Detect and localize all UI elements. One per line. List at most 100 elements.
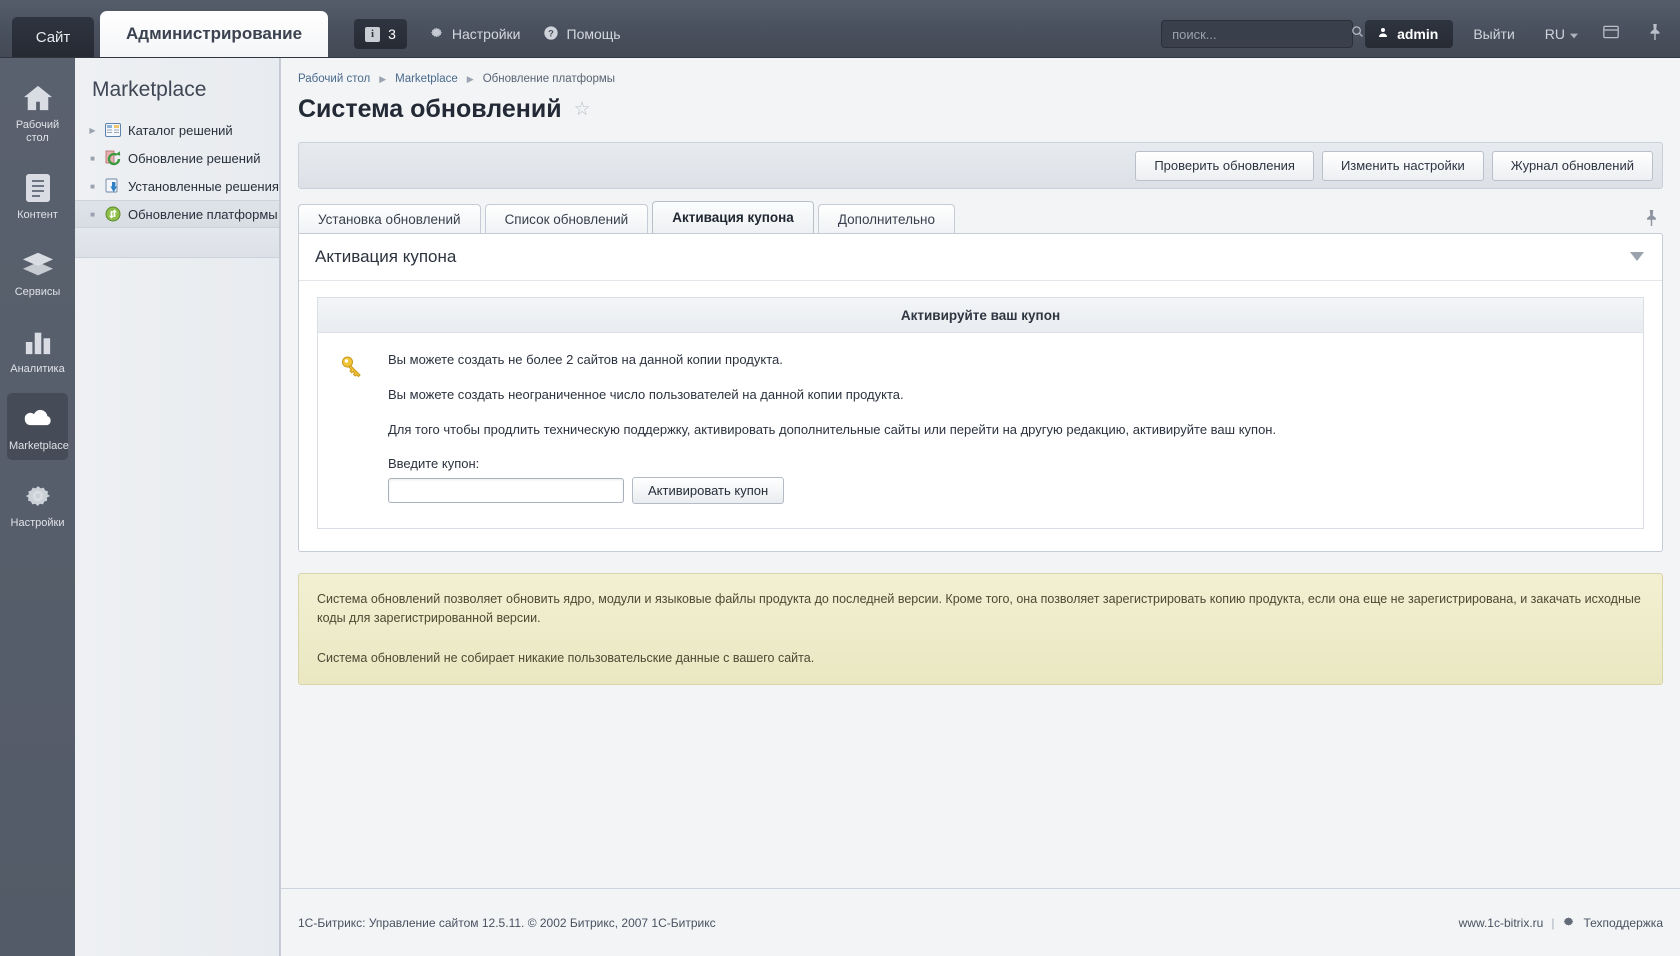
breadcrumb-item-marketplace[interactable]: Marketplace — [395, 73, 458, 85]
top-bar: Сайт Администрирование i 3 Настройки ? П… — [0, 0, 1680, 58]
tab-site-label: Сайт — [35, 28, 71, 46]
chevron-down-icon — [1570, 26, 1578, 42]
change-settings-button[interactable]: Изменить настройки — [1321, 150, 1484, 181]
rail-item-content-label: Контент — [17, 209, 58, 221]
tab-additional-label: Дополнительно — [837, 211, 935, 227]
action-toolbar: Проверить обновления Изменить настройки … — [298, 142, 1663, 189]
layers-icon — [9, 248, 66, 282]
question-icon: ? — [543, 25, 559, 44]
update-log-label: Журнал обновлений — [1510, 158, 1634, 173]
sidebar-title: Marketplace — [92, 78, 207, 101]
rail-item-services[interactable]: Сервисы — [7, 239, 68, 306]
coupon-panel: Активация купона Активируйте ваш купон В… — [298, 233, 1663, 552]
coupon-panel-header: Активация купона — [299, 234, 1662, 281]
tab-bar: Установка обновлений Список обновлений А… — [298, 201, 1680, 233]
check-updates-label: Проверить обновления — [1154, 158, 1295, 173]
gear-icon — [429, 25, 444, 43]
coupon-field-label: Введите купон: — [388, 456, 480, 471]
footer-support-link[interactable]: Техподдержка — [1583, 916, 1663, 930]
secondary-sidebar: Marketplace ▶ Каталог решений ■ Обновлен… — [75, 58, 280, 956]
topbar-settings-link[interactable]: Настройки — [429, 19, 521, 49]
search-input[interactable] — [1170, 25, 1351, 43]
pin-icon — [1648, 23, 1662, 45]
chevron-right-icon: ▶ — [466, 73, 474, 84]
footer-right: www.1c-bitrix.ru | Техподдержка — [1459, 915, 1663, 931]
rail-item-marketplace[interactable]: Marketplace — [7, 393, 69, 460]
coupon-inner-header: Активируйте ваш купон — [318, 298, 1643, 333]
check-updates-button[interactable]: Проверить обновления — [1135, 150, 1314, 181]
tab-administration-label: Администрирование — [126, 24, 303, 43]
tab-site[interactable]: Сайт — [12, 17, 94, 57]
panel-toggle-button[interactable] — [1600, 20, 1622, 48]
sidebar-item-installed-solutions[interactable]: ■ Установленные решения — [75, 172, 279, 200]
rail-item-analytics[interactable]: Аналитика — [7, 316, 68, 383]
coupon-paragraph-3: Для того чтобы продлить техническую подд… — [388, 422, 1277, 437]
cloud-download-icon — [9, 402, 66, 436]
square-icon: ■ — [90, 209, 95, 219]
tab-coupon-activation-label: Активация купона — [672, 210, 794, 225]
sidebar-item-platform-update-label: Обновление платформы — [128, 206, 278, 222]
language-selector[interactable]: RU — [1545, 20, 1578, 48]
user-menu-button[interactable]: admin — [1365, 20, 1454, 48]
language-label: RU — [1544, 26, 1565, 42]
notice-paragraph-1: Система обновлений позволяет обновить яд… — [317, 592, 1641, 625]
refresh-icon — [104, 150, 121, 167]
gear-icon — [9, 479, 66, 513]
chevron-down-icon[interactable] — [1630, 250, 1644, 264]
page-title: Система обновлений — [298, 95, 562, 123]
topbar-help-label: Помощь — [566, 26, 621, 42]
svg-text:?: ? — [548, 28, 554, 38]
coupon-text-column: Вы можете создать не более 2 сайтов на д… — [388, 351, 1621, 504]
star-icon[interactable]: ☆ — [574, 98, 591, 121]
coupon-input[interactable] — [388, 478, 624, 503]
key-icon — [340, 351, 370, 504]
main-content: Рабочий стол ▶ Marketplace ▶ Обновление … — [280, 58, 1680, 956]
coupon-field-row: Активировать купон — [388, 477, 1621, 504]
rail-item-analytics-label: Аналитика — [10, 363, 65, 375]
footer-site-link[interactable]: www.1c-bitrix.ru — [1459, 916, 1544, 930]
sidebar-item-catalog[interactable]: ▶ Каталог решений — [75, 116, 279, 144]
coupon-panel-title: Активация купона — [315, 247, 457, 266]
sidebar-item-installed-solutions-label: Установленные решения — [128, 178, 279, 194]
tab-administration[interactable]: Администрирование — [100, 11, 329, 57]
home-icon — [9, 81, 66, 115]
tab-install-updates-label: Установка обновлений — [318, 211, 461, 227]
activate-coupon-button[interactable]: Активировать купон — [632, 477, 785, 504]
rail-item-settings[interactable]: Настройки — [7, 470, 68, 537]
pin-icon[interactable] — [1645, 210, 1658, 230]
rail-item-marketplace-label: Marketplace — [9, 440, 69, 452]
breadcrumb-item-desktop[interactable]: Рабочий стол — [298, 73, 370, 85]
document-icon — [9, 171, 66, 205]
chevron-right-icon: ▶ — [379, 73, 387, 84]
sidebar-item-platform-update[interactable]: ■ Обновление платформы — [75, 200, 279, 228]
tab-install-updates[interactable]: Установка обновлений — [298, 204, 481, 233]
breadcrumb: Рабочий стол ▶ Marketplace ▶ Обновление … — [281, 58, 1680, 85]
change-settings-label: Изменить настройки — [1340, 158, 1465, 173]
bar-chart-icon — [9, 325, 66, 359]
pin-panel-button[interactable] — [1644, 20, 1666, 48]
footer: 1С-Битрикс: Управление сайтом 12.5.11. ©… — [281, 888, 1680, 956]
footer-separator: | — [1551, 915, 1555, 930]
notification-counter[interactable]: i 3 — [354, 19, 407, 49]
rail-item-services-label: Сервисы — [14, 286, 61, 298]
install-icon — [104, 178, 121, 195]
search-icon[interactable] — [1350, 24, 1365, 44]
tab-additional[interactable]: Дополнительно — [817, 204, 955, 233]
logout-link[interactable]: Выйти — [1473, 20, 1514, 48]
coupon-paragraph-1: Вы можете создать не более 2 сайтов на д… — [388, 352, 783, 367]
triangle-icon: ▶ — [89, 125, 96, 135]
tab-updates-list[interactable]: Список обновлений — [484, 204, 649, 233]
update-log-button[interactable]: Журнал обновлений — [1491, 150, 1653, 181]
coupon-paragraph-2: Вы можете создать неограниченное число п… — [388, 387, 904, 402]
user-icon — [1377, 26, 1389, 42]
square-icon: ■ — [90, 153, 95, 163]
logout-label: Выйти — [1473, 26, 1515, 42]
search-box[interactable] — [1161, 20, 1364, 48]
topbar-help-link[interactable]: ? Помощь — [543, 19, 621, 49]
rail-item-desktop[interactable]: Рабочий стол — [7, 72, 68, 152]
topbar-settings-label: Настройки — [451, 26, 521, 42]
tab-coupon-activation[interactable]: Активация купона — [652, 201, 814, 233]
rail-item-content[interactable]: Контент — [7, 162, 68, 229]
left-icon-rail: Рабочий стол Контент Сервисы Аналитика M… — [0, 58, 75, 956]
sidebar-item-solution-updates[interactable]: ■ Обновление решений — [75, 144, 279, 172]
